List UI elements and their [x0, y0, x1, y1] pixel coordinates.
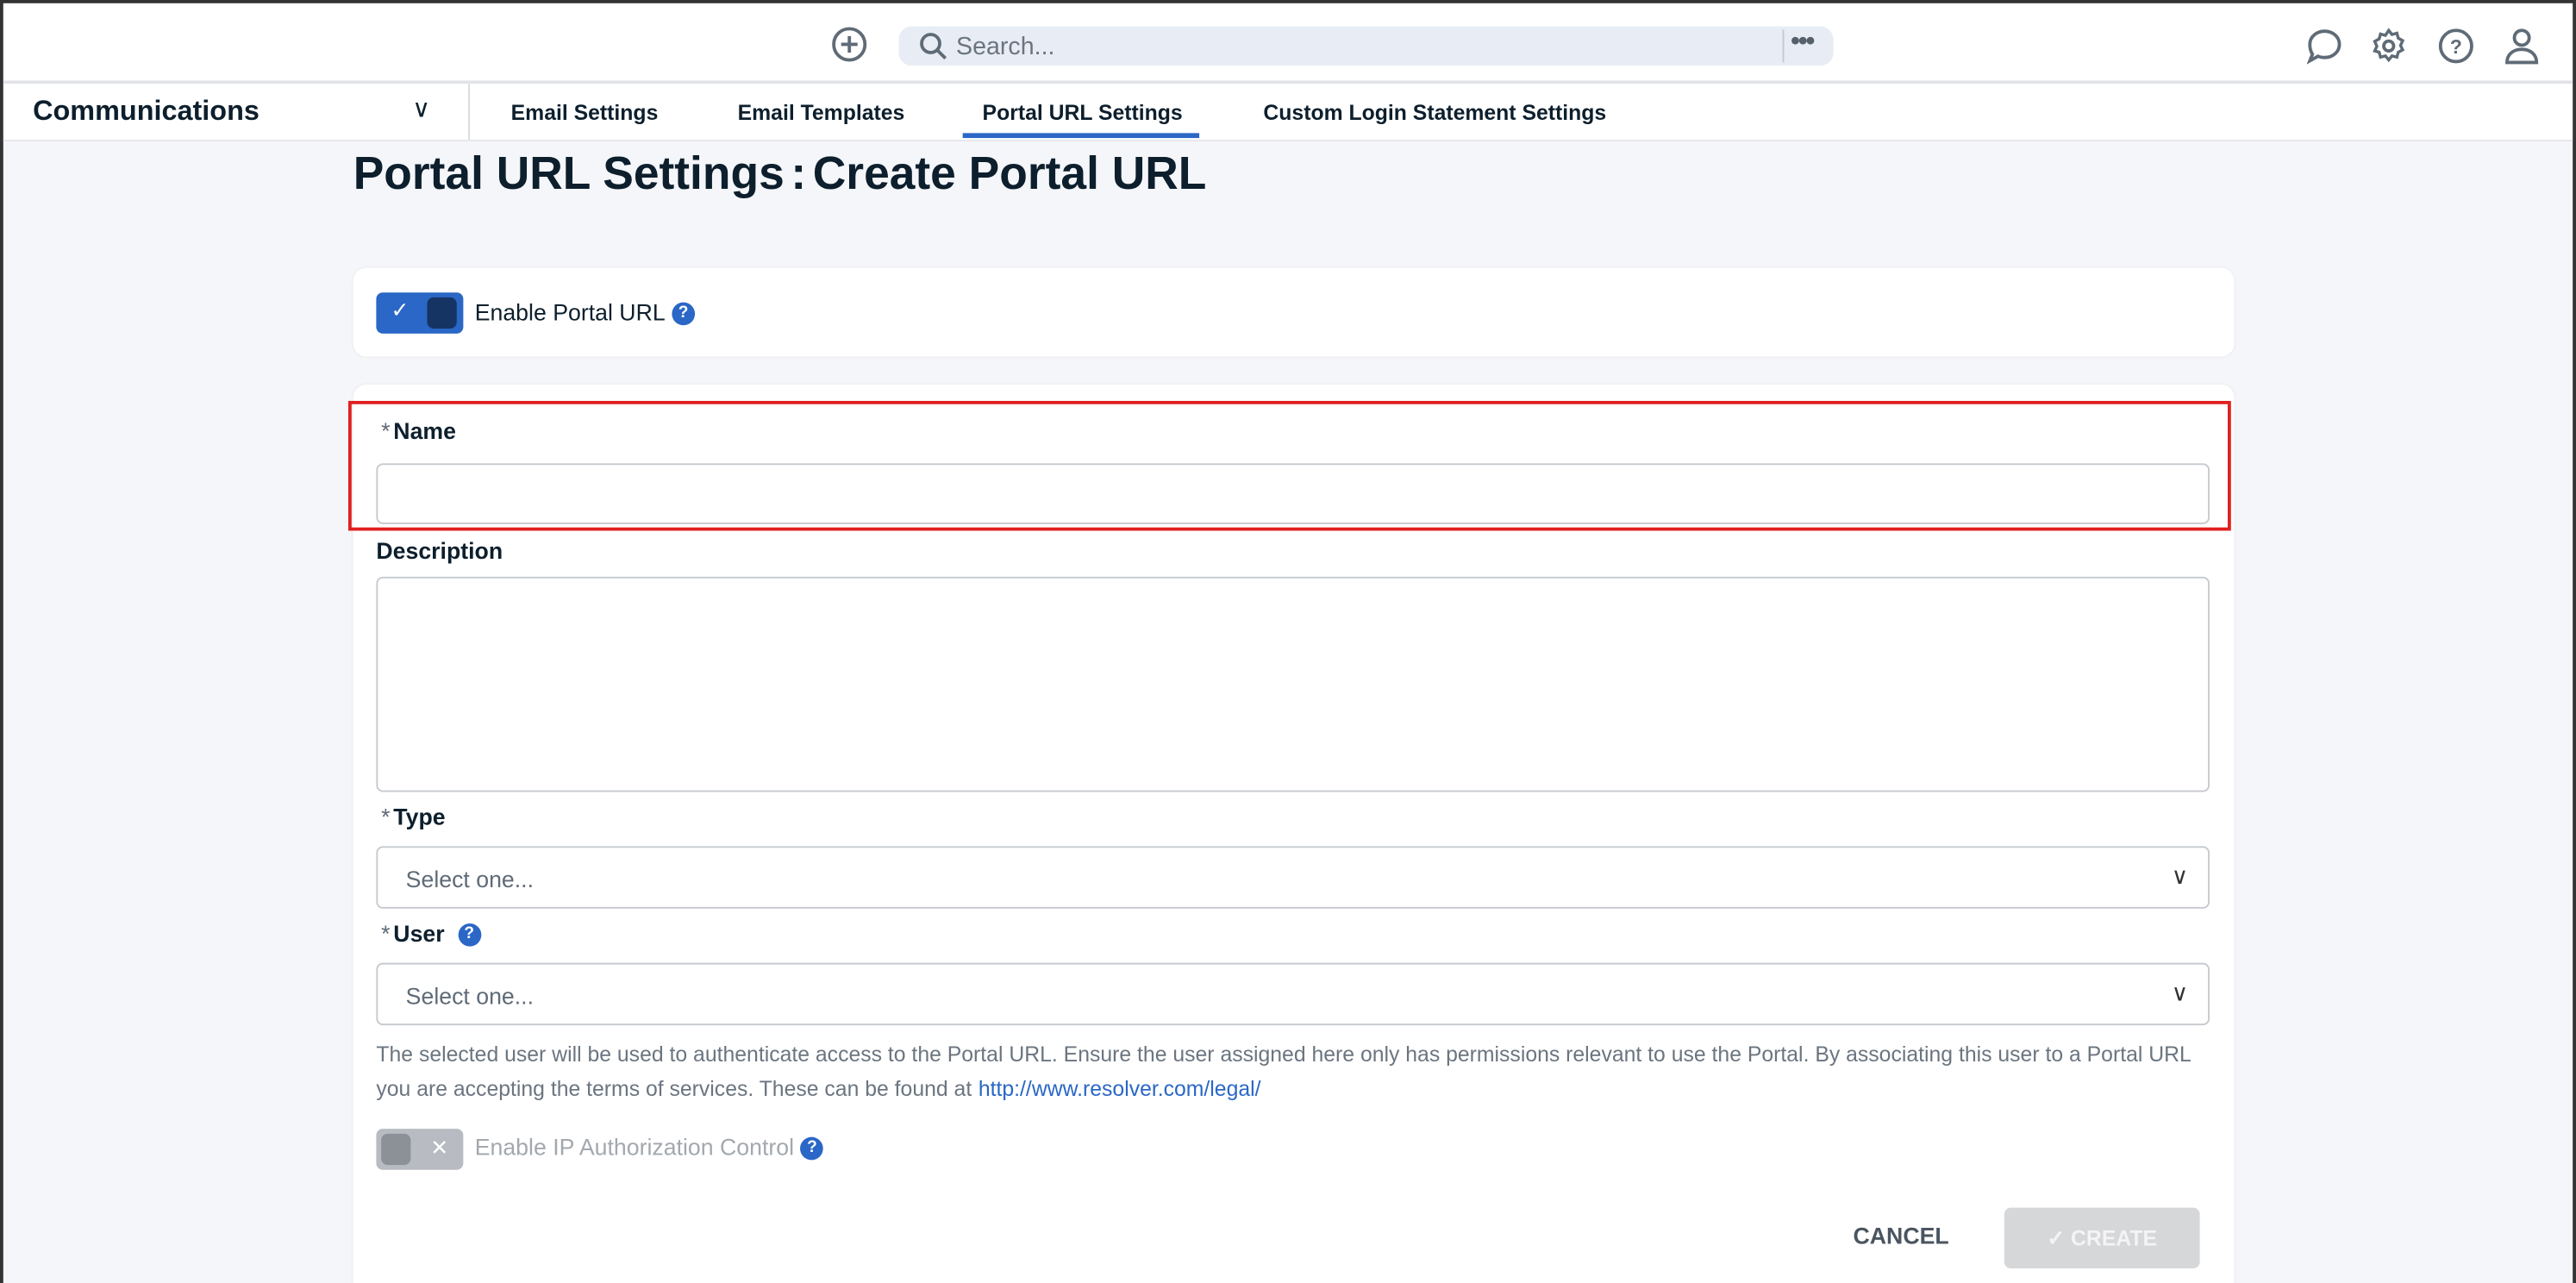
chevron-down-icon[interactable]: ∨	[412, 94, 430, 123]
tab-custom-login-statement-settings[interactable]: Custom Login Statement Settings	[1263, 100, 1606, 125]
user-select[interactable]: Select one... ∨	[376, 963, 2210, 1025]
search-input[interactable]: Search...	[956, 33, 1054, 60]
enable-portal-toggle[interactable]: ✓	[376, 292, 463, 334]
name-input[interactable]	[376, 463, 2210, 524]
svg-text:?: ?	[2450, 35, 2462, 58]
required-mark: *	[381, 804, 390, 829]
search-icon	[918, 31, 947, 60]
type-label: *Type	[381, 804, 445, 829]
page-title: Portal URL Settings:Create Portal URL	[353, 148, 1207, 201]
active-tab-indicator	[963, 133, 1199, 138]
chevron-down-icon: ∨	[2172, 979, 2189, 1007]
more-options-button[interactable]: •••	[1791, 28, 1813, 57]
help-icon[interactable]: ?	[2438, 28, 2474, 64]
name-label-text: Name	[393, 417, 456, 443]
tab-email-settings[interactable]: Email Settings	[511, 100, 659, 125]
ip-authorization-label-text: Enable IP Authorization Control	[475, 1134, 794, 1160]
divider	[468, 84, 470, 140]
type-select-value: Select one...	[406, 866, 534, 892]
description-label: Description	[376, 537, 503, 563]
help-icon[interactable]: ?	[458, 924, 481, 948]
check-icon: ✓	[391, 297, 410, 323]
add-icon[interactable]	[831, 26, 867, 62]
check-icon: ✓	[2047, 1226, 2071, 1251]
cancel-button[interactable]: CANCEL	[1854, 1223, 1949, 1249]
app-window: Search... ••• ? Communications ∨ Email S…	[0, 0, 2576, 1283]
toggle-knob	[381, 1134, 410, 1165]
description-textarea[interactable]	[376, 577, 2210, 792]
type-label-text: Type	[393, 804, 445, 829]
search-divider	[1783, 29, 1785, 62]
tab-portal-url-settings[interactable]: Portal URL Settings	[983, 100, 1183, 125]
close-icon: ✕	[430, 1136, 448, 1161]
user-label-text: User	[393, 920, 444, 946]
ip-authorization-label: Enable IP Authorization Control?	[475, 1134, 824, 1161]
user-help-text: The selected user will be used to authen…	[376, 1036, 2216, 1105]
top-bar: Search... ••• ?	[3, 3, 2573, 84]
enable-portal-label-text: Enable Portal URL	[475, 299, 666, 325]
sub-navigation: Communications ∨ Email Settings Email Te…	[3, 84, 2573, 141]
module-selector[interactable]: Communications	[33, 96, 259, 128]
user-label: *User?	[381, 920, 480, 947]
page-title-action: Create Portal URL	[813, 148, 1207, 199]
create-button[interactable]: ✓ CREATE	[2004, 1208, 2200, 1269]
toggle-knob	[427, 297, 456, 329]
chat-icon[interactable]	[2305, 28, 2345, 64]
required-mark: *	[381, 417, 390, 443]
tab-email-templates[interactable]: Email Templates	[738, 100, 905, 125]
create-label: CREATE	[2071, 1226, 2157, 1251]
required-mark: *	[381, 920, 390, 946]
title-separator: :	[791, 148, 806, 199]
ip-authorization-toggle[interactable]: ✕	[376, 1129, 463, 1170]
name-label: *Name	[381, 417, 456, 443]
legal-link[interactable]: http://www.resolver.com/legal/	[979, 1076, 1261, 1101]
chevron-down-icon: ∨	[2172, 862, 2189, 890]
help-text: The selected user will be used to authen…	[376, 1042, 2191, 1101]
user-icon[interactable]	[2504, 26, 2540, 66]
enable-portal-label: Enable Portal URL?	[475, 299, 695, 326]
page-title-section: Portal URL Settings	[353, 148, 785, 199]
user-select-value: Select one...	[406, 983, 534, 1009]
enable-portal-card: ✓ Enable Portal URL?	[353, 268, 2235, 357]
search-bar[interactable]: Search... •••	[898, 26, 1833, 66]
type-select[interactable]: Select one... ∨	[376, 846, 2210, 908]
help-icon[interactable]: ?	[672, 303, 695, 326]
help-icon[interactable]: ?	[801, 1137, 824, 1161]
gear-icon[interactable]	[2371, 28, 2407, 64]
